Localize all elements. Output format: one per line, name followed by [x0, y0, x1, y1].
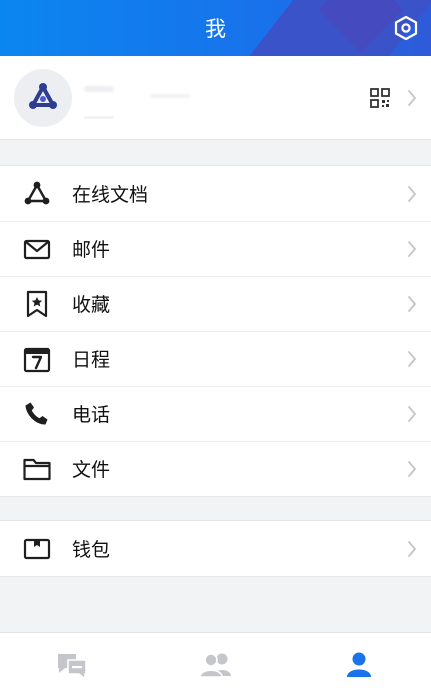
chevron-right-icon: [408, 185, 416, 202]
menu-item-favorites[interactable]: 收藏: [0, 276, 431, 331]
menu-item-label: 日程: [72, 349, 111, 371]
online-docs-icon-wrap: [0, 166, 72, 221]
avatar[interactable]: [14, 69, 72, 127]
mail-icon-wrap: [0, 221, 72, 276]
tab-messages[interactable]: [0, 633, 144, 697]
menu-item-files[interactable]: 文件: [0, 441, 431, 496]
wallet-icon: [23, 538, 51, 559]
chevron-right-icon: [408, 295, 416, 312]
me-screen: 我 在线文档 邮件 收藏 日程 电话 文件 钱包: [0, 0, 431, 697]
redacted-name: [84, 86, 114, 92]
mail-icon: [23, 239, 51, 259]
bookmark-icon-wrap: [0, 276, 72, 331]
menu-item-calendar[interactable]: 日程: [0, 331, 431, 386]
redacted-name: [150, 94, 190, 98]
menu-list: 在线文档 邮件 收藏 日程 电话 文件: [0, 165, 431, 497]
calendar-icon-wrap: [0, 331, 72, 386]
folder-icon: [23, 458, 51, 480]
online-docs-icon: [24, 181, 50, 204]
qr-code-button[interactable]: [369, 87, 391, 109]
header-bar: 我: [0, 0, 431, 56]
settings-button[interactable]: [391, 13, 421, 43]
menu-item-label: 邮件: [72, 239, 111, 261]
menu-item-phone[interactable]: 电话: [0, 386, 431, 441]
calendar-icon: [23, 347, 51, 372]
menu-item-mail[interactable]: 邮件: [0, 221, 431, 276]
menu-item-label: 文件: [72, 459, 111, 481]
menu-item-label: 收藏: [72, 294, 111, 316]
chevron-right-icon: [408, 90, 416, 106]
wallet-icon-wrap: [0, 521, 72, 576]
chevron-right-icon: [408, 350, 416, 367]
menu-item-online-docs[interactable]: 在线文档: [0, 166, 431, 221]
tab-contacts[interactable]: [144, 633, 288, 697]
chevron-right-icon: [408, 460, 416, 477]
qr-code-icon: [370, 88, 390, 108]
page-title: 我: [205, 17, 226, 41]
chevron-right-icon: [408, 240, 416, 257]
chevron-right-icon: [408, 405, 416, 422]
phone-icon: [25, 402, 48, 425]
messages-icon: [57, 654, 87, 680]
tab-me[interactable]: [287, 633, 431, 697]
menu-item-label: 电话: [72, 404, 111, 426]
menu-item-label: 钱包: [72, 539, 111, 561]
me-icon: [347, 652, 372, 677]
chevron-right-icon: [408, 540, 416, 557]
hexagon-settings-icon: [394, 15, 418, 41]
bookmark-star-icon: [26, 290, 48, 317]
menu-item-label: 在线文档: [72, 184, 149, 206]
redacted-account: [84, 116, 114, 119]
menu-list-secondary: 钱包: [0, 520, 431, 577]
bottom-tab-bar: [0, 632, 431, 697]
profile-card[interactable]: [0, 56, 431, 140]
phone-icon-wrap: [0, 386, 72, 441]
menu-item-wallet[interactable]: 钱包: [0, 521, 431, 576]
contacts-icon: [198, 653, 231, 678]
docs-logo-icon: [29, 83, 57, 109]
folder-icon-wrap: [0, 441, 72, 496]
